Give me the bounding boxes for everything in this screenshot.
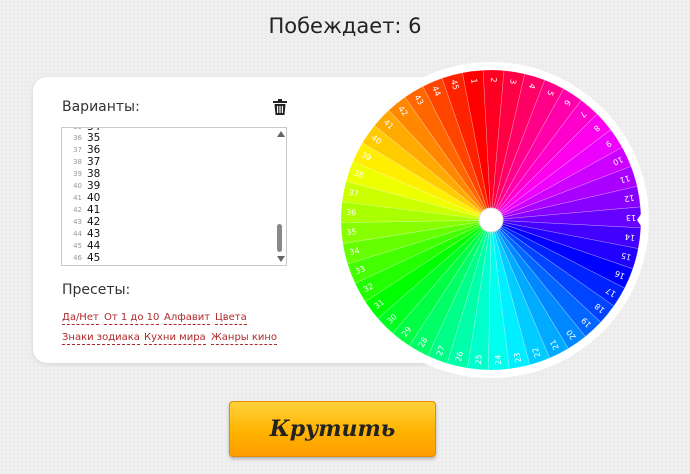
wheel-segment-label: 2	[489, 77, 498, 82]
line-value: 36	[87, 144, 101, 156]
line-number: 45	[73, 242, 82, 250]
wheel-segment-label: 23	[512, 352, 523, 364]
line-number: 36	[73, 134, 82, 142]
winner-title: Побеждает: 6	[268, 14, 422, 38]
textarea-scrollbar[interactable]	[274, 128, 286, 265]
wheel-segment-label: 35	[346, 227, 357, 237]
line-number: 39	[73, 170, 82, 178]
options-lines: 3534 3635 3736 3837 3938 4039 4140 4241 …	[62, 128, 274, 265]
preset-colors[interactable]: Цвета	[215, 312, 247, 325]
option-line: 40 39	[62, 180, 274, 192]
option-line: 41 40	[62, 192, 274, 204]
option-line: 37 36	[62, 144, 274, 156]
line-value: 45	[87, 252, 101, 264]
preset-1-to-10[interactable]: От 1 до 10	[104, 312, 160, 325]
options-label: Варианты:	[62, 99, 140, 115]
wheel-hub	[478, 207, 504, 233]
line-value: 40	[87, 192, 101, 204]
line-number: 43	[73, 218, 82, 226]
option-line: 43 42	[62, 216, 274, 228]
scroll-up-icon[interactable]	[277, 131, 285, 137]
preset-alphabet[interactable]: Алфавит	[164, 312, 211, 325]
wheel-segment-label: 24	[494, 354, 504, 365]
scroll-thumb[interactable]	[277, 224, 282, 252]
line-number: 38	[73, 158, 82, 166]
preset-world-cuisine[interactable]: Кухни мира	[144, 332, 206, 345]
preset-movie-genres[interactable]: Жанры кино	[211, 332, 278, 345]
wheel-segment-label: 36	[346, 208, 357, 218]
wheel[interactable]: 1 2 3 4 5 6 7 8 9 10 11 12 13 14 15 16 17 18 19 20 21 22 23 24 2…	[331, 60, 651, 380]
line-number: 42	[73, 206, 82, 214]
line-value: 42	[87, 216, 101, 228]
wheel-segment-label: 12	[624, 193, 635, 203]
line-value: 41	[87, 204, 101, 216]
wheel-svg: 1 2 34567891011121314151617181920212223242…	[333, 62, 649, 378]
option-line: 42 41	[62, 204, 274, 216]
wheel-segment-label: 14	[624, 232, 635, 242]
preset-yes-no[interactable]: Да/Нет	[62, 312, 99, 325]
option-line: 45 44	[62, 240, 274, 252]
wheel-segment-label: 25	[474, 354, 484, 365]
line-number: 46	[73, 254, 82, 262]
line-value: 35	[87, 132, 101, 144]
option-line: 36 35	[62, 132, 274, 144]
option-line: 44 43	[62, 228, 274, 240]
wheel-segment-label: 37	[348, 188, 360, 199]
wheel-segment-label: 1	[469, 78, 479, 84]
option-line: 38 37	[62, 156, 274, 168]
line-number: 41	[73, 194, 82, 202]
preset-zodiac[interactable]: Знаки зодиака	[62, 332, 140, 345]
line-value: 43	[87, 228, 101, 240]
spin-button[interactable]: Крутить	[229, 401, 436, 457]
line-number: 37	[73, 146, 82, 154]
line-number: 44	[73, 230, 82, 238]
option-line: 39 38	[62, 168, 274, 180]
line-value: 44	[87, 240, 101, 252]
trash-icon[interactable]	[273, 99, 287, 115]
line-value: 39	[87, 180, 101, 192]
line-number: 40	[73, 182, 82, 190]
options-textarea[interactable]: 3534 3635 3736 3837 3938 4039 4140 4241 …	[61, 127, 287, 266]
line-value: 38	[87, 168, 101, 180]
scroll-down-icon[interactable]	[277, 256, 285, 262]
wheel-segment-label: 13	[626, 213, 636, 222]
line-value: 37	[87, 156, 101, 168]
presets-label: Пресеты:	[62, 282, 131, 298]
option-line: 46 45	[62, 252, 274, 264]
